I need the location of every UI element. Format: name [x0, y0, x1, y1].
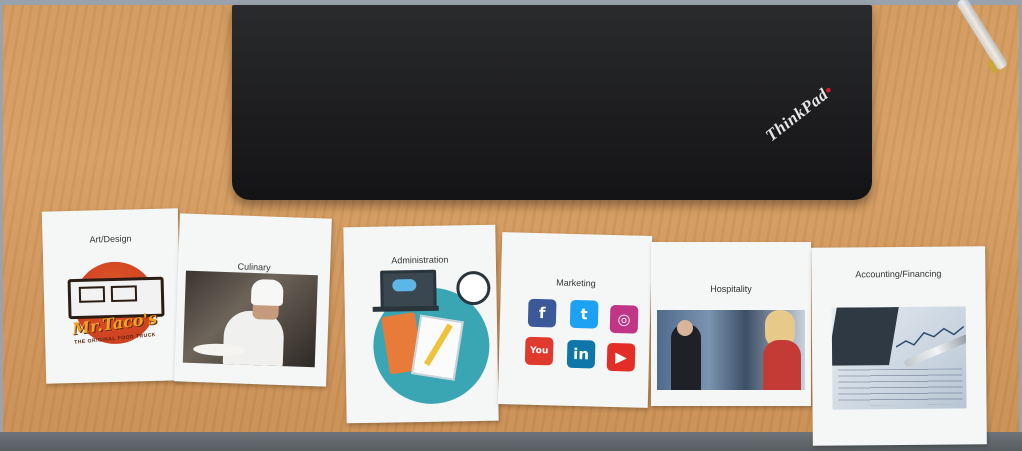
chef-hat-icon — [250, 278, 284, 307]
facebook-icon: f — [527, 298, 557, 328]
card-marketing: Marketing f t ◎ You in ▶ — [497, 232, 653, 408]
linkedin-icon: in — [566, 339, 596, 369]
cloud-icon — [392, 279, 417, 292]
hospitality-photo — [657, 310, 805, 390]
finance-photo — [831, 306, 967, 410]
card-title: Administration — [391, 254, 449, 266]
card-hospitality: Hospitality — [651, 242, 811, 406]
figures-table — [838, 368, 963, 406]
instagram-icon: ◎ — [609, 304, 639, 334]
twitter-icon: t — [569, 299, 599, 329]
card-title: Accounting/Financing — [855, 268, 942, 280]
person-left-face — [677, 320, 693, 336]
card-title: Marketing — [556, 277, 596, 289]
card-art-design: Art/Design Mr.Taco's THE ORIGINAL FOOD T… — [41, 208, 183, 384]
desk-scene: ThinkPad• Art/Design Mr.Taco's THE ORIGI… — [0, 0, 1022, 451]
closed-laptop — [232, 5, 872, 200]
card-administration: Administration — [343, 224, 499, 424]
clock-icon — [456, 270, 491, 306]
youtube-play-icon: ▶ — [606, 342, 636, 372]
youtube-icon: You — [524, 336, 554, 366]
chef-photo — [182, 270, 318, 368]
card-accounting-financing: Accounting/Financing — [811, 246, 987, 446]
calculator-icon — [831, 307, 899, 366]
card-culinary: Culinary — [174, 213, 332, 387]
card-title: Hospitality — [710, 284, 752, 294]
person-right — [763, 340, 801, 390]
card-title: Art/Design — [89, 233, 132, 245]
